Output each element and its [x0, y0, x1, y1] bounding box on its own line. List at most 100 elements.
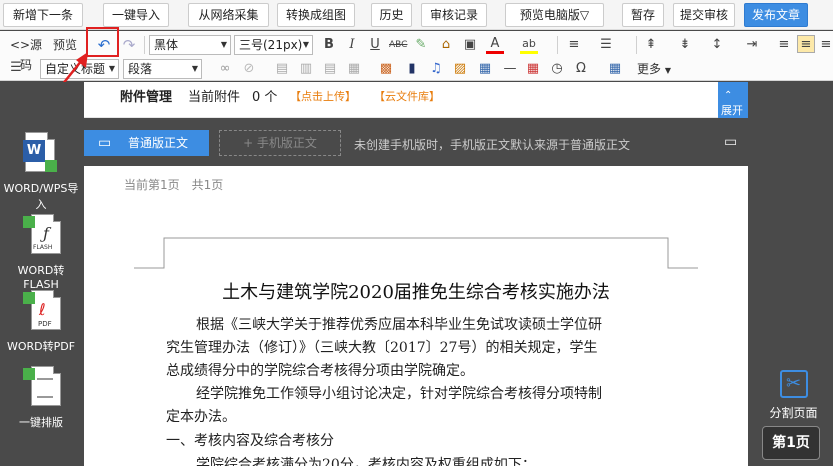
align-center-icon[interactable]: ≡ [797, 35, 815, 53]
editor-toolbar: <>源码 预览 ↶ ↷ 黑体 ▼ 三号(21px) ▼ B I U ABC ✎ ⌂ … [0, 31, 833, 81]
special-char-icon[interactable]: Ω [572, 60, 590, 78]
insert-image-icon[interactable]: ▩ [377, 60, 395, 78]
draft-save-button[interactable]: 暂存 [622, 3, 664, 27]
chevron-down-icon: ▼ [664, 66, 671, 75]
insert-table-icon[interactable]: ▦ [476, 60, 494, 78]
chevron-down-icon: ▼ [191, 64, 198, 73]
preview-pc-button[interactable]: 预览电脑版▽ [505, 3, 604, 27]
expand-arrow-icon: ⌃ [724, 90, 733, 101]
top-action-bar: 新增下一条 一键导入 从网络采集 转换成组图 历史 审核记录 预览电脑版▽ 暂存… [0, 0, 833, 30]
more-button[interactable]: 更多 ▼ [632, 59, 676, 79]
insert-time-icon[interactable]: ◷ [548, 60, 566, 78]
arrow-badge [23, 292, 35, 304]
font-family-select[interactable]: 黑体 ▼ [149, 35, 231, 55]
convert-gallery-button[interactable]: 转换成组图 [277, 3, 355, 27]
word-badge: W [23, 140, 45, 162]
history-button[interactable]: 历史 [371, 3, 412, 27]
insert-music-icon[interactable]: ♫ [427, 60, 445, 78]
document-title: 土木与建筑学院2020届推免生综合考核实施办法 [222, 282, 610, 303]
paragraph-line: 经学院推免工作领导小组讨论决定，针对学院综合考核得分项特制 [196, 386, 602, 402]
justify-icon[interactable]: ☰ [7, 59, 25, 77]
pdf-doc-icon: ℓ PDF [21, 288, 61, 334]
font-size-value: 三号(21px) [239, 38, 303, 52]
tab-pc-content[interactable]: ▭ 普通版正文 [84, 130, 209, 156]
attachment-manage-label: 附件管理 [120, 90, 173, 105]
cloud-library-link[interactable]: 【云文件库】 [374, 88, 440, 104]
chevron-down-icon: ▼ [302, 40, 309, 49]
page-info: 当前第1页 共1页 [124, 178, 224, 192]
right-panel: ✂ 分割页面 第1页 [754, 82, 833, 466]
arrow-badge [45, 160, 57, 172]
expand-button[interactable]: ⌃ 展开 [718, 82, 748, 118]
paste-text-icon[interactable]: ▣ [461, 36, 479, 54]
image-none-icon[interactable]: ▥ [297, 60, 315, 78]
word-doc-icon: W [21, 130, 61, 176]
publish-button[interactable]: 发布文章 [744, 3, 808, 27]
link-icon[interactable]: ∞ [216, 60, 234, 78]
pdf-symbol-icon: ℓ [39, 300, 46, 319]
align-left-icon[interactable]: ≡ [775, 36, 793, 54]
section-heading: 一、考核内容及综合考核分 [166, 433, 334, 449]
review-log-button[interactable]: 审核记录 [421, 3, 487, 27]
monitor-icon: ▭ [98, 135, 112, 151]
font-size-select[interactable]: 三号(21px) ▼ [234, 35, 313, 55]
editor-page[interactable]: 当前第1页 共1页 土木与建筑学院2020届推免生综合考核实施办法 根据《三峡大… [84, 166, 748, 466]
tab-pc-label: 普通版正文 [128, 136, 189, 150]
redo-icon[interactable]: ↷ [120, 36, 138, 54]
font-color-icon[interactable]: A [486, 35, 504, 54]
word-to-flash-label: WORD转FLASH [17, 264, 65, 291]
tab-mobile-content[interactable]: + 手机版正文 [219, 130, 341, 156]
layout-doc-icon [21, 364, 61, 410]
word-to-flash-button[interactable]: ƒ FLASH WORD转FLASH [0, 212, 82, 291]
insert-date-icon[interactable]: ▦ [524, 60, 542, 78]
one-click-layout-label: 一键排版 [19, 416, 63, 429]
highlight-color-icon[interactable]: ab [520, 35, 538, 54]
word-import-label: WORD/WPS导入 [3, 182, 79, 211]
toolbar-divider [636, 36, 637, 54]
more-label: 更多 [637, 62, 662, 76]
new-next-button[interactable]: 新增下一条 [3, 3, 83, 27]
paragraph-spacing-before-icon[interactable]: ⇞ [642, 36, 660, 54]
web-collect-button[interactable]: 从网络采集 [188, 3, 269, 27]
expand-label: 展开 [721, 104, 743, 117]
one-click-import-button[interactable]: 一键导入 [103, 3, 169, 27]
one-click-layout-button[interactable]: 一键排版 [0, 364, 82, 430]
ordered-list-icon[interactable]: ≡ [565, 36, 583, 54]
word-to-pdf-button[interactable]: ℓ PDF WORD转PDF [0, 288, 82, 354]
split-page-label: 分割页面 [769, 406, 818, 420]
bold-icon[interactable]: B [320, 36, 338, 54]
page-header-line [134, 237, 698, 269]
line-height-icon[interactable]: ↕ [708, 36, 726, 54]
word-import-button[interactable]: W WORD/WPS导入 [0, 130, 82, 212]
screen-toggle-icon[interactable]: ▭ [724, 134, 737, 150]
indent-icon[interactable]: ⇥ [743, 36, 761, 54]
unlink-icon[interactable]: ⊘ [240, 60, 258, 78]
upload-link[interactable]: 【点击上传】 [290, 88, 356, 104]
page-number-button[interactable]: 第1页 [762, 426, 820, 460]
strikethrough-icon[interactable]: ABC [389, 36, 407, 54]
image-right-icon[interactable]: ▤ [321, 60, 339, 78]
paragraph-spacing-after-icon[interactable]: ⇟ [676, 36, 694, 54]
code-icon: <> [9, 38, 31, 52]
split-page-button[interactable]: ✂ 分割页面 [754, 370, 833, 421]
paragraph-line: 学院综合考核满分为20分，考核内容及权重组成如下： [196, 457, 536, 466]
flash-label: FLASH [33, 244, 53, 251]
align-right-icon[interactable]: ≡ [819, 36, 833, 54]
format-clear-icon[interactable]: ✎ [412, 36, 430, 54]
unordered-list-icon[interactable]: ☰ [597, 36, 615, 54]
mobile-note: 未创建手机版时，手机版正文默认来源于普通版正文 [354, 138, 631, 152]
underline-icon[interactable]: U [366, 36, 384, 54]
italic-icon[interactable]: I [343, 36, 361, 54]
insert-video-icon[interactable]: ▮ [403, 60, 421, 78]
horizontal-rule-icon[interactable]: — [501, 60, 519, 78]
image-center-icon[interactable]: ▦ [345, 60, 363, 78]
submit-review-button[interactable]: 提交审核 [673, 3, 735, 27]
table-grid-icon[interactable]: ▦ [606, 60, 624, 78]
word-to-pdf-label: WORD转PDF [6, 340, 76, 353]
format-painter-icon[interactable]: ⌂ [437, 36, 455, 54]
text-lines-icon [37, 378, 53, 398]
image-left-icon[interactable]: ▤ [273, 60, 291, 78]
arrow-badge [23, 216, 35, 228]
paragraph-select[interactable]: 段落 ▼ [123, 59, 202, 79]
insert-gallery-icon[interactable]: ▨ [451, 60, 469, 78]
